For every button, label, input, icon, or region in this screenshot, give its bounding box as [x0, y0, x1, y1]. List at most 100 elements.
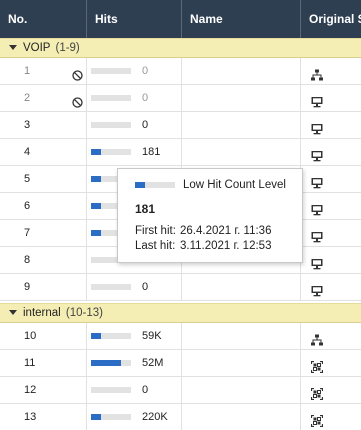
hit-count: 181: [142, 146, 161, 158]
hit-count: 220K: [142, 411, 168, 423]
tooltip-hit-count: 181: [135, 202, 156, 216]
hits-cell: 0: [87, 112, 182, 138]
hit-count: 0: [142, 92, 149, 104]
hit-level-bar: [91, 95, 131, 101]
rule-number-cell: 2: [0, 85, 87, 111]
name-cell[interactable]: [182, 404, 301, 430]
rule-number-cell: 7: [0, 220, 87, 246]
original-source-cell[interactable]: [301, 166, 361, 192]
rule-number-cell: 10: [0, 323, 87, 349]
table-row[interactable]: 4 181: [0, 139, 361, 166]
hits-cell: 52M: [87, 350, 182, 376]
rule-number: 1: [24, 65, 31, 77]
table-row[interactable]: 11 52M: [0, 350, 361, 377]
table-row[interactable]: 10: [0, 58, 361, 85]
original-source-cell[interactable]: [301, 377, 361, 403]
monitor-icon: [311, 200, 323, 216]
table-row[interactable]: 30: [0, 112, 361, 139]
original-source-cell[interactable]: [301, 323, 361, 349]
hit-level-bar: [91, 387, 131, 393]
monitor-icon: [311, 254, 323, 270]
name-cell[interactable]: [182, 323, 301, 349]
tooltip-hit-level: Low Hit Count Level: [183, 179, 286, 191]
monitor-icon: [311, 146, 323, 162]
original-source-cell[interactable]: [301, 350, 361, 376]
hit-count: 0: [142, 281, 149, 293]
name-cell[interactable]: [182, 112, 301, 138]
first-hit-value: 26.4.2021 г. 11:36: [180, 225, 272, 237]
rule-number: 3: [24, 119, 31, 131]
collapse-triangle-icon[interactable]: [9, 45, 17, 50]
hits-cell: 0: [87, 274, 182, 300]
name-cell[interactable]: [182, 85, 301, 111]
column-header-name[interactable]: Name: [182, 0, 301, 38]
hit-count-tooltip: Low Hit Count Level 181 First hit: 26.4.2…: [117, 168, 303, 263]
hit-level-bar: [91, 414, 131, 420]
section-header-voip[interactable]: VOIP (1-9): [0, 38, 361, 58]
rule-number-cell: 8: [0, 247, 87, 273]
section-header-internal[interactable]: internal (10-13): [0, 303, 361, 323]
first-hit-label: First hit:: [135, 225, 176, 237]
hit-count: 0: [142, 65, 149, 77]
rule-number-cell: 4: [0, 139, 87, 165]
rule-number: 11: [24, 357, 36, 369]
name-cell[interactable]: [182, 58, 301, 84]
rule-number-cell: 1: [0, 58, 87, 84]
name-cell[interactable]: [182, 274, 301, 300]
tooltip-last-hit: Last hit: 3.11.2021 г. 12:53: [135, 240, 271, 252]
original-source-cell[interactable]: [301, 58, 361, 84]
table-row[interactable]: 10 59K: [0, 323, 361, 350]
name-cell[interactable]: [182, 139, 301, 165]
rule-number: 8: [24, 254, 31, 266]
rule-number: 7: [24, 227, 31, 239]
hits-cell: 0: [87, 85, 182, 111]
hit-count: 52M: [142, 357, 164, 369]
original-source-cell[interactable]: [301, 193, 361, 219]
hit-level-bar: [91, 360, 131, 366]
collapse-triangle-icon[interactable]: [9, 310, 17, 315]
monitor-icon: [311, 173, 323, 189]
table-row[interactable]: 13 220K: [0, 404, 361, 430]
original-source-cell[interactable]: [301, 112, 361, 138]
rule-number-cell: 3: [0, 112, 87, 138]
monitor-icon: [311, 227, 323, 243]
rule-number: 4: [24, 146, 31, 158]
network-icon: [311, 330, 323, 346]
original-source-cell[interactable]: [301, 139, 361, 165]
rule-number: 13: [24, 411, 37, 423]
hit-level-bar: [91, 68, 131, 74]
hit-count: 0: [142, 119, 149, 131]
hit-level-bar: [91, 284, 131, 290]
original-source-cell[interactable]: [301, 274, 361, 300]
rule-number: 5: [24, 173, 31, 185]
original-source-cell[interactable]: [301, 85, 361, 111]
original-source-cell[interactable]: [301, 247, 361, 273]
monitor-icon: [311, 119, 323, 135]
rule-number-cell: 9: [0, 274, 87, 300]
monitor-icon: [311, 281, 323, 297]
hit-count: 59K: [142, 330, 162, 342]
section-name: internal: [23, 307, 61, 319]
hits-cell: 0: [87, 377, 182, 403]
hit-count: 0: [142, 384, 149, 396]
column-header-hits[interactable]: Hits: [87, 0, 182, 38]
address-range-icon: [310, 411, 324, 428]
tooltip-hit-bar: [135, 182, 175, 188]
hit-level-bar: [91, 149, 131, 155]
column-header-original-source[interactable]: Original Se: [301, 0, 361, 38]
rule-number-cell: 13: [0, 404, 87, 430]
column-header-no[interactable]: No.: [0, 0, 87, 38]
hit-level-bar: [91, 333, 131, 339]
rule-number-cell: 11: [0, 350, 87, 376]
original-source-cell[interactable]: [301, 404, 361, 430]
table-row[interactable]: 12 0: [0, 377, 361, 404]
monitor-icon: [311, 92, 323, 108]
name-cell[interactable]: [182, 377, 301, 403]
table-row[interactable]: 20: [0, 85, 361, 112]
table-row[interactable]: 90: [0, 274, 361, 301]
disabled-icon: [72, 92, 83, 108]
section-range: (1-9): [55, 42, 80, 54]
table-header: No. Hits Name Original Se: [0, 0, 361, 38]
name-cell[interactable]: [182, 350, 301, 376]
original-source-cell[interactable]: [301, 220, 361, 246]
